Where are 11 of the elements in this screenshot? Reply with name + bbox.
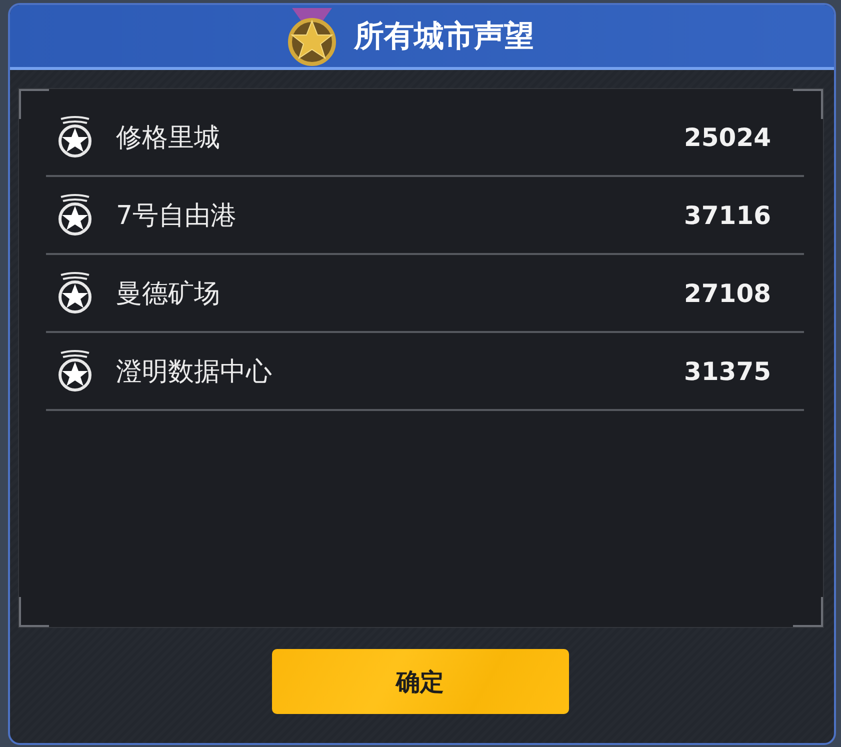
confirm-button[interactable]: 确定 bbox=[272, 649, 568, 714]
reputation-value: 31375 bbox=[684, 356, 771, 386]
dialog-title: 所有城市声望 bbox=[354, 18, 534, 56]
city-name: 7号自由港 bbox=[116, 200, 238, 232]
city-name: 修格里城 bbox=[116, 122, 221, 154]
reputation-value: 37116 bbox=[684, 200, 771, 230]
reputation-value: 27108 bbox=[684, 278, 771, 308]
reputation-value: 25024 bbox=[684, 122, 771, 152]
city-name: 澄明数据中心 bbox=[116, 356, 273, 388]
star-medal-icon bbox=[286, 6, 338, 68]
city-name: 曼德矿场 bbox=[116, 278, 221, 310]
